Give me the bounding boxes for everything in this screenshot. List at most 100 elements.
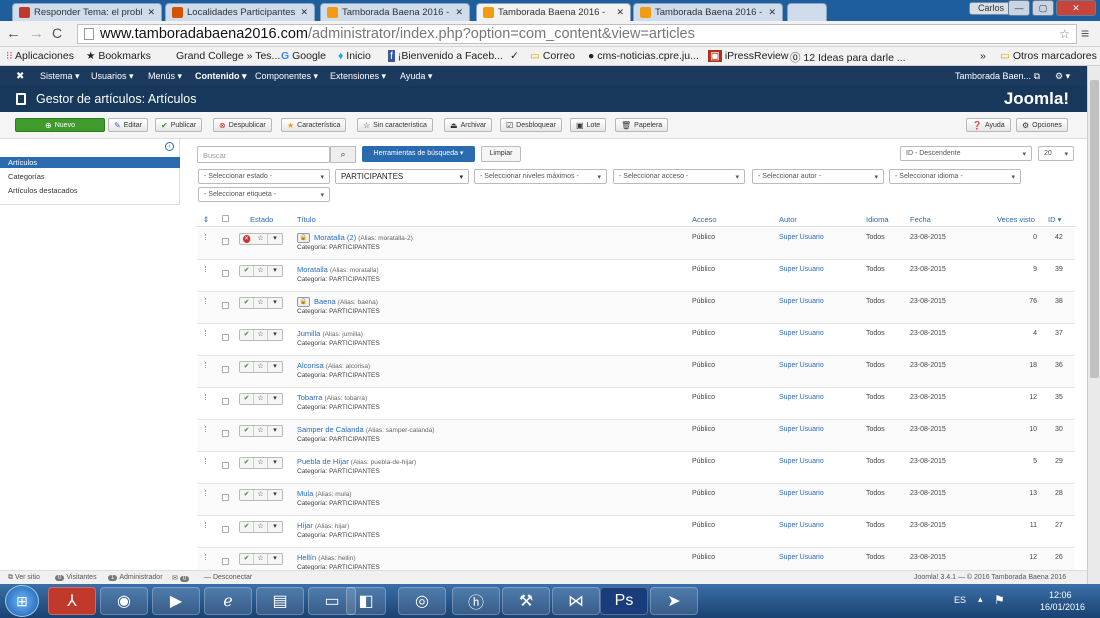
actions-dropdown-icon[interactable]: ▾ xyxy=(268,458,282,468)
article-author[interactable]: Super Usuario xyxy=(779,554,824,561)
published-check-icon[interactable]: ✔ xyxy=(240,394,254,404)
article-author[interactable]: Super Usuario xyxy=(779,458,824,465)
media-icon[interactable]: ▶ xyxy=(152,587,200,615)
published-check-icon[interactable]: ✔ xyxy=(240,554,254,564)
actions-dropdown-icon[interactable]: ▾ xyxy=(268,330,282,340)
drag-handle-icon[interactable] xyxy=(205,362,207,368)
actions-dropdown-icon[interactable]: ▾ xyxy=(268,490,282,500)
col-id[interactable]: ID ▾ xyxy=(1048,215,1061,224)
nav-contenido[interactable]: Contenido ▾ xyxy=(195,71,247,82)
view-site-link[interactable]: ⧉ Ver sitio xyxy=(8,574,40,582)
actions-dropdown-icon[interactable]: ▾ xyxy=(268,394,282,404)
search-input[interactable]: Buscar xyxy=(197,146,330,163)
firefox-icon[interactable]: ◉ xyxy=(100,587,148,615)
row-checkbox[interactable] xyxy=(222,558,229,565)
back-icon[interactable]: ← xyxy=(6,25,21,42)
more-bookmarks-icon[interactable]: » xyxy=(980,50,986,62)
vs-icon[interactable]: ⋈ xyxy=(552,587,600,615)
published-check-icon[interactable]: ✔ xyxy=(240,266,254,276)
browser-tab-3[interactable]: Tamborada Baena 2016 - ✕ xyxy=(320,3,470,21)
row-checkbox[interactable] xyxy=(222,270,229,277)
drag-handle-icon[interactable] xyxy=(205,522,207,528)
bookmark-cms[interactable]: ● cms-noticias.cpre.ju... xyxy=(588,50,699,62)
clear-button[interactable]: Limpiar xyxy=(481,146,521,162)
close-tab-icon[interactable]: ✕ xyxy=(296,7,308,18)
language-select[interactable]: - Seleccionar idioma - ▾ xyxy=(889,169,1021,184)
article-author[interactable]: Super Usuario xyxy=(779,394,824,401)
close-tab-icon[interactable]: ✕ xyxy=(143,7,155,18)
help-button[interactable]: ❓ Ayuda xyxy=(966,118,1011,132)
menu-icon[interactable]: ≡ xyxy=(1081,25,1089,41)
published-check-icon[interactable]: ✔ xyxy=(240,298,254,308)
acrobat-icon[interactable]: ⅄ xyxy=(48,587,96,615)
browser-tab-2[interactable]: Localidades Participantes ✕ xyxy=(165,3,315,21)
drag-handle-icon[interactable] xyxy=(205,490,207,496)
archive-button[interactable]: ⏏ Archivar xyxy=(444,118,493,132)
chrome-icon[interactable]: ◎ xyxy=(398,587,446,615)
access-select[interactable]: - Seleccionar acceso - ▾ xyxy=(613,169,745,184)
profile-button[interactable]: Carlos xyxy=(969,2,1013,15)
article-title-link[interactable]: Samper de Calanda xyxy=(297,425,364,434)
col-idioma[interactable]: Idioma xyxy=(866,215,889,224)
row-checkbox[interactable] xyxy=(222,238,229,245)
bookmark-item-icon[interactable]: ✓ xyxy=(510,50,519,62)
browser-tab-active[interactable]: Tamborada Baena 2016 - ✕ xyxy=(476,3,631,21)
bookmark-facebook[interactable]: f ¡Bienvenido a Faceb... xyxy=(388,50,503,62)
article-author[interactable]: Super Usuario xyxy=(779,330,824,337)
row-checkbox[interactable] xyxy=(222,526,229,533)
level-select[interactable]: - Seleccionar niveles máximos - ▾ xyxy=(474,169,607,184)
messages-status[interactable]: ✉ 0 xyxy=(172,574,191,582)
clock-date[interactable]: 16/01/2016 xyxy=(1040,602,1085,612)
nav-sistema[interactable]: Sistema ▾ xyxy=(40,71,80,82)
language-indicator[interactable]: ES xyxy=(954,595,966,605)
drag-handle-icon[interactable] xyxy=(205,458,207,464)
browser-tab-1[interactable]: Responder Tema: el probl ✕ xyxy=(12,3,162,21)
close-tab-icon[interactable]: ✕ xyxy=(612,7,624,18)
actions-dropdown-icon[interactable]: ▾ xyxy=(268,234,282,244)
flag-icon[interactable]: ⚑ xyxy=(994,593,1005,607)
article-title-link[interactable]: Baena xyxy=(314,297,336,306)
sidebar-item-destacados[interactable]: Artículos destacados xyxy=(8,186,78,195)
reload-icon[interactable]: C xyxy=(52,25,62,41)
star-icon[interactable]: ☆ xyxy=(1059,27,1076,41)
forward-icon[interactable]: → xyxy=(29,25,44,42)
nav-componentes[interactable]: Componentes ▾ xyxy=(255,71,318,82)
article-title-link[interactable]: Puebla de Híjar xyxy=(297,457,349,466)
row-checkbox[interactable] xyxy=(222,302,229,309)
published-check-icon[interactable]: ✔ xyxy=(240,490,254,500)
checkin-button[interactable]: ☑ Desbloquear xyxy=(500,118,562,132)
new-tab-button[interactable] xyxy=(787,3,827,21)
article-title-link[interactable]: Tobarra xyxy=(297,393,322,402)
url-field[interactable]: www.tamboradabaena2016.com/administrator… xyxy=(77,24,1077,44)
nav-usuarios[interactable]: Usuarios ▾ xyxy=(91,71,134,82)
new-button[interactable]: ⊕ Nuevo xyxy=(15,118,105,132)
bookmark-otros[interactable]: ▭ Otros marcadores xyxy=(1000,50,1097,62)
article-author[interactable]: Super Usuario xyxy=(779,234,824,241)
featured-star-icon[interactable]: ☆ xyxy=(254,554,268,564)
bookmark-bookmarks[interactable]: ★ Bookmarks xyxy=(86,50,151,62)
featured-star-icon[interactable]: ☆ xyxy=(254,522,268,532)
minimize-icon[interactable]: — xyxy=(1008,0,1030,16)
options-button[interactable]: ⚙ Opciones xyxy=(1016,118,1068,132)
article-title-link[interactable]: Híjar xyxy=(297,521,313,530)
tag-select[interactable]: - Seleccionar etiqueta - ▾ xyxy=(198,187,330,202)
ie-icon[interactable]: ℯ xyxy=(204,587,252,615)
row-checkbox[interactable] xyxy=(222,494,229,501)
lock-icon[interactable]: 🔒 xyxy=(297,297,310,308)
vertical-scrollbar[interactable] xyxy=(1087,66,1100,584)
sort-select[interactable]: ID - Descendente ▾ xyxy=(900,146,1032,161)
featured-star-icon[interactable]: ☆ xyxy=(254,394,268,404)
drag-handle-icon[interactable] xyxy=(205,266,207,272)
published-check-icon[interactable]: ✔ xyxy=(240,362,254,372)
row-checkbox[interactable] xyxy=(222,430,229,437)
drag-handle-icon[interactable] xyxy=(205,554,207,560)
drag-handle-icon[interactable] xyxy=(205,426,207,432)
sidebar-item-articulos[interactable]: Artículos xyxy=(0,157,180,168)
article-title-link[interactable]: Hellín xyxy=(297,553,316,562)
unpublish-button[interactable]: ⊗ Despublicar xyxy=(213,118,272,132)
article-title-link[interactable]: Jumilla xyxy=(297,329,320,338)
article-title-link[interactable]: Mula xyxy=(297,489,313,498)
site-link[interactable]: Tamborada Baen... ⧉ xyxy=(955,71,1040,82)
unpublished-icon[interactable]: ✕ xyxy=(243,235,251,243)
network-icon[interactable]: ⚒ xyxy=(502,587,550,615)
